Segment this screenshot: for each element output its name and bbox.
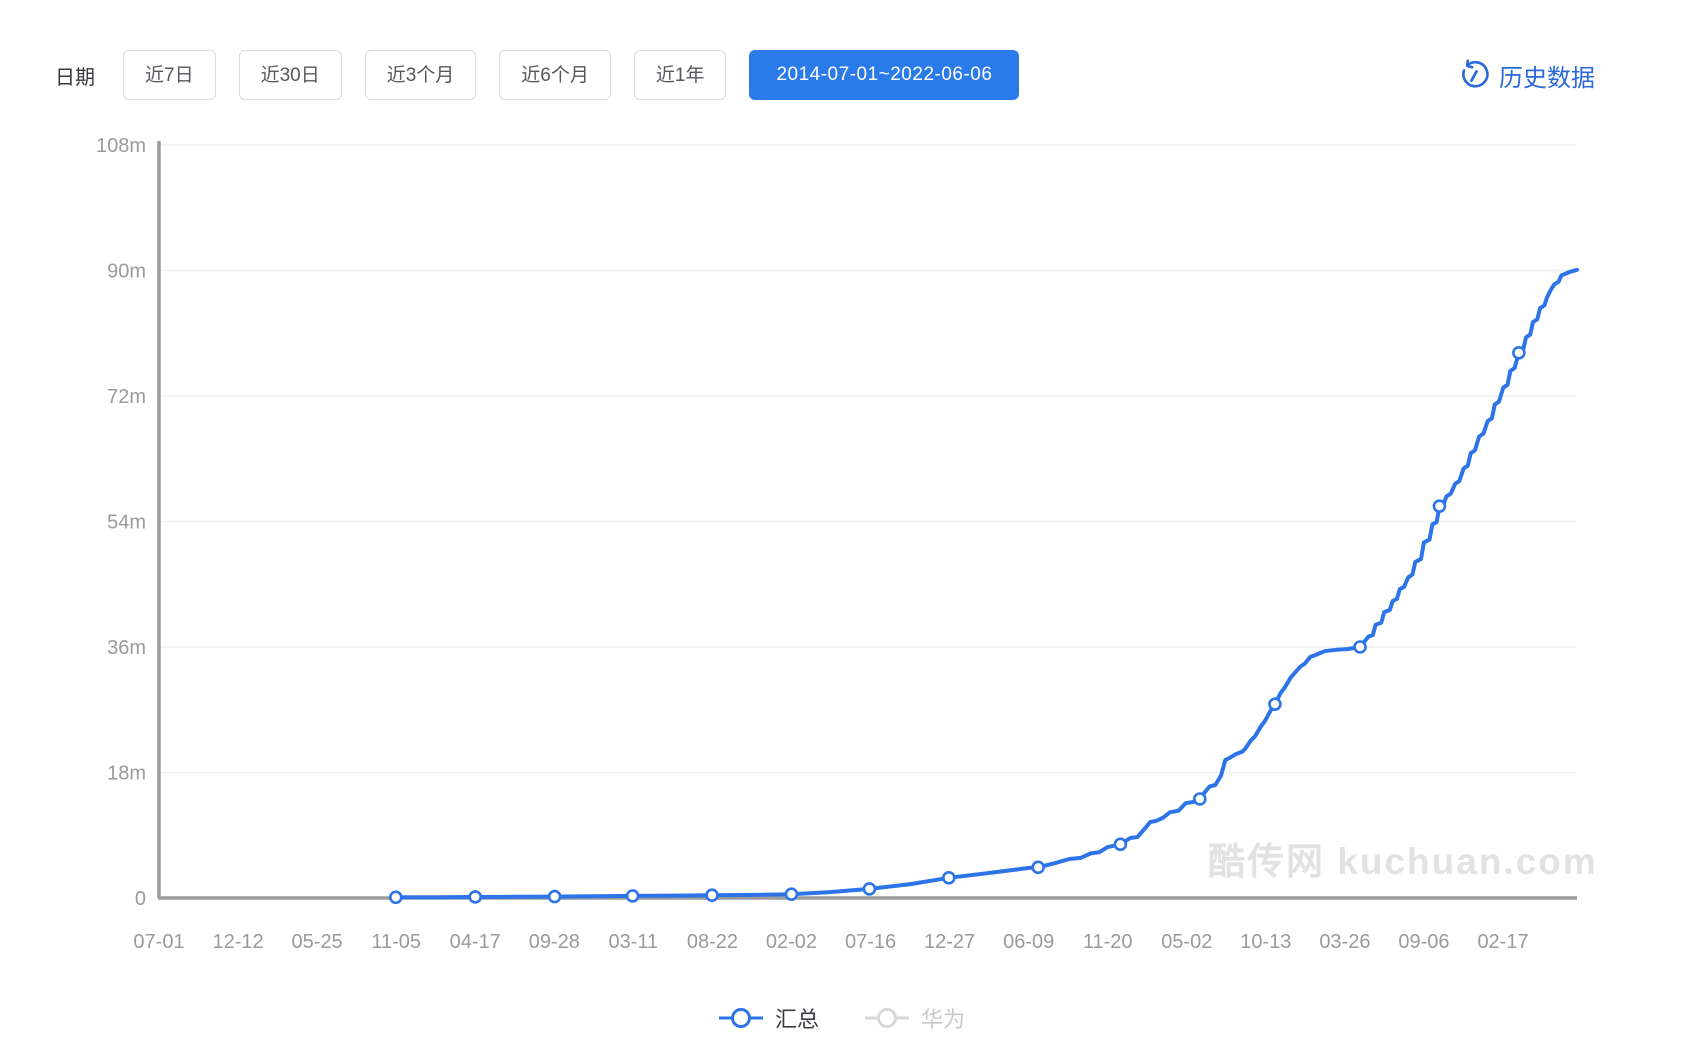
legend-item-huawei[interactable]: 华为 [865,1002,965,1034]
data-point-marker [390,892,401,903]
y-axis-tick-label: 54m [107,512,146,534]
x-axis-tick-label: 11-05 [371,931,421,953]
y-axis-tick-label: 18m [107,763,146,785]
x-axis-tick-label: 12-12 [212,931,263,953]
series-line-汇总 [396,270,1577,898]
x-axis-tick-label: 12-27 [924,931,975,953]
y-axis-tick-label: 108m [96,135,146,157]
data-point-marker [1033,862,1044,873]
data-point-marker [707,890,718,901]
x-axis-tick-label: 05-25 [292,931,343,953]
data-point-marker [1513,347,1524,358]
x-axis-tick-label: 03-26 [1319,931,1370,953]
legend-item-label: 华为 [921,1002,965,1034]
legend-item-label: 汇总 [775,1002,819,1034]
data-point-marker [1194,793,1205,804]
watermark: 酷传网 kuchuan.com [1208,841,1598,882]
data-point-marker [864,883,875,894]
x-axis-tick-label: 08-22 [687,931,738,953]
y-axis-tick-label: 72m [107,386,146,408]
x-axis-tick-label: 09-28 [529,931,580,953]
y-axis-tick-label: 36m [107,637,146,659]
x-axis-tick-label: 09-06 [1398,931,1449,953]
data-point-marker [549,891,560,902]
x-axis-tick-label: 05-02 [1161,931,1212,953]
x-axis-tick-label: 04-17 [450,931,501,953]
data-point-marker [1434,501,1445,512]
x-axis-tick-label: 11-20 [1083,931,1133,953]
x-axis-tick-label: 02-17 [1477,931,1528,953]
data-point-marker [627,890,638,901]
x-axis-tick-label: 07-01 [133,931,184,953]
legend-marker-icon [719,1006,763,1030]
data-point-marker [1355,642,1366,653]
legend-item-total[interactable]: 汇总 [719,1002,819,1034]
data-point-marker [1115,839,1126,850]
x-axis-tick-label: 10-13 [1240,931,1291,953]
y-axis-tick-label: 90m [107,261,146,283]
data-point-marker [943,872,954,883]
x-axis-tick-label: 03-11 [609,931,659,953]
chart-legend: 汇总 华为 [0,1002,1684,1034]
y-axis-tick-label: 0 [135,888,146,910]
chart-plot-area[interactable]: 酷传网 kuchuan.com 0 18m 36m 54m 72m 90m 108m 07-01… [0,0,1684,1060]
data-point-marker [470,891,481,902]
x-axis-tick-label: 06-09 [1003,931,1054,953]
x-axis-tick-label: 07-16 [845,931,896,953]
data-point-marker [786,889,797,900]
legend-marker-icon [865,1006,909,1030]
x-axis-tick-label: 02-02 [766,931,817,953]
data-point-marker [1269,699,1280,710]
